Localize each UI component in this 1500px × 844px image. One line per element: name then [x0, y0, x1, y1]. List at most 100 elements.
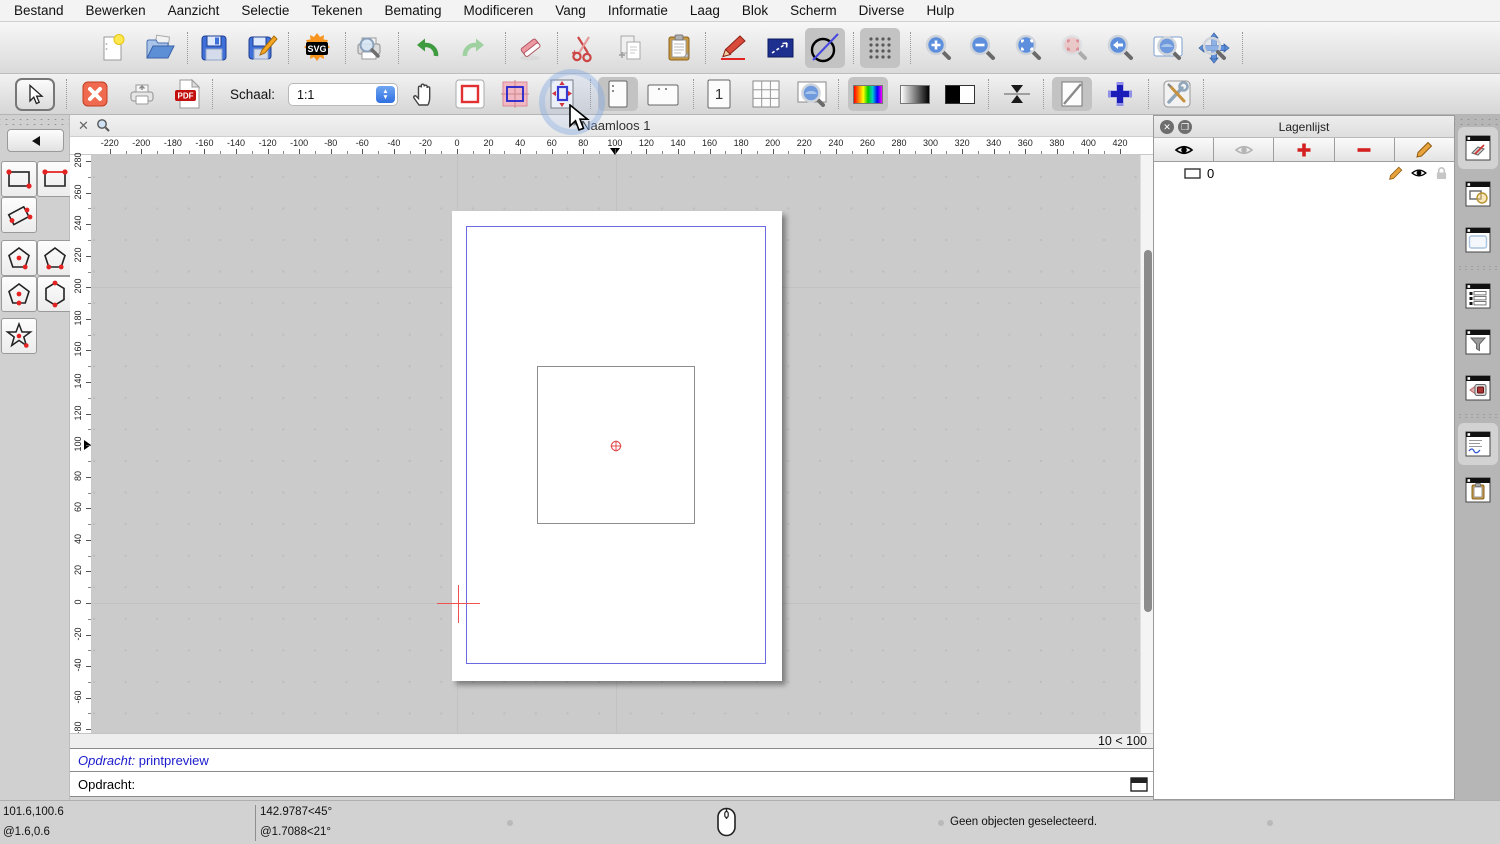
drawing-border-button[interactable]	[450, 77, 490, 111]
list-palette-button[interactable]	[1458, 275, 1498, 317]
menu-item-tekenen[interactable]: Tekenen	[311, 3, 362, 18]
vertical-scrollbar-thumb[interactable]	[1143, 250, 1152, 612]
print-area-button[interactable]	[495, 77, 535, 111]
layer-lock-icon[interactable]	[1435, 166, 1448, 180]
document-tab-title[interactable]: * Naamloos 1	[70, 118, 1153, 133]
rect-2point-tool[interactable]	[1, 161, 37, 197]
ruler-label: 120	[73, 405, 83, 421]
zoom-in-button[interactable]	[918, 28, 958, 68]
printer-icon	[130, 84, 154, 105]
menu-item-aanzicht[interactable]: Aanzicht	[168, 3, 220, 18]
save-button[interactable]	[194, 28, 234, 68]
page-preview-button[interactable]	[792, 77, 832, 111]
vertical-scrollbar[interactable]	[1140, 155, 1153, 733]
menu-item-hulp[interactable]: Hulp	[926, 3, 954, 18]
flatten-button[interactable]	[997, 77, 1037, 111]
landscape-page-button[interactable]	[643, 77, 683, 111]
bw-mode-button[interactable]	[940, 77, 980, 111]
single-page-button[interactable]: 1	[699, 77, 739, 111]
blank-palette-button[interactable]	[1458, 219, 1498, 261]
zoom-fit-button[interactable]	[1008, 28, 1048, 68]
rect-edge-tool[interactable]	[37, 161, 73, 197]
grayscale-mode-button[interactable]	[895, 77, 935, 111]
ruler-tick	[693, 151, 695, 154]
remove-layer-button[interactable]	[1334, 138, 1395, 161]
drawing-canvas[interactable]	[92, 155, 1140, 733]
command-window-icon[interactable]	[1130, 777, 1148, 792]
menu-item-modificeren[interactable]: Modificeren	[464, 3, 534, 18]
select-tool-button[interactable]	[15, 78, 55, 111]
zoom-selection-button[interactable]	[1054, 28, 1094, 68]
pan-hand-button[interactable]	[404, 77, 444, 111]
fit-to-page-button[interactable]	[542, 77, 582, 111]
projector-palette-button[interactable]	[1458, 367, 1498, 409]
layer-pencil-icon[interactable]	[1388, 166, 1403, 181]
polygon-edge-tool[interactable]	[37, 240, 73, 276]
horizontal-scrollbar[interactable]: 10 < 100	[70, 733, 1153, 748]
crosshair-button[interactable]	[1100, 77, 1140, 111]
edit-layer-button[interactable]	[1394, 138, 1455, 161]
redo-button[interactable]	[454, 28, 494, 68]
color-mode-button[interactable]	[848, 77, 888, 111]
dashed-rect-button[interactable]	[760, 28, 800, 68]
polygon-center-tool[interactable]	[1, 240, 37, 276]
tiled-pages-button[interactable]	[746, 77, 786, 111]
toolbox-grip[interactable]	[0, 119, 69, 125]
print-preview-button[interactable]	[349, 28, 389, 68]
cut-button[interactable]	[563, 28, 603, 68]
menu-item-blok[interactable]: Blok	[742, 3, 768, 18]
layer-row[interactable]: 0	[1154, 162, 1454, 184]
paste-button[interactable]	[659, 28, 699, 68]
ellipse-tool-button[interactable]	[805, 28, 845, 68]
menu-item-laag[interactable]: Laag	[690, 3, 720, 18]
menu-item-scherm[interactable]: Scherm	[790, 3, 837, 18]
hide-layers-button[interactable]	[1214, 138, 1275, 161]
settings-button[interactable]	[1157, 77, 1197, 111]
save-as-button[interactable]	[242, 28, 282, 68]
pan-view-button[interactable]	[1194, 28, 1234, 68]
copy-button[interactable]	[610, 28, 650, 68]
layer-eye-icon[interactable]	[1410, 167, 1428, 179]
hexagon-tool[interactable]	[37, 276, 73, 312]
menu-item-bemating[interactable]: Bemating	[384, 3, 441, 18]
polygon-center-vertex-tool[interactable]	[1, 276, 37, 312]
zoom-out-button[interactable]	[962, 28, 1002, 68]
rotated-rect-tool[interactable]	[1, 197, 37, 233]
info-palette-button[interactable]	[1457, 423, 1498, 465]
zoom-page-button[interactable]	[1148, 28, 1188, 68]
open-button[interactable]	[140, 28, 180, 68]
menu-item-bestand[interactable]: Bestand	[14, 3, 64, 18]
filter-palette-button[interactable]	[1458, 321, 1498, 363]
zoom-previous-button[interactable]	[1100, 28, 1140, 68]
menu-item-bewerken[interactable]: Bewerken	[86, 3, 146, 18]
sketch-mode-button[interactable]	[1052, 77, 1092, 111]
palette-grip[interactable]	[1455, 119, 1500, 125]
menu-item-selectie[interactable]: Selectie	[241, 3, 289, 18]
menu-item-informatie[interactable]: Informatie	[608, 3, 668, 18]
layers-palette-button[interactable]	[1457, 127, 1498, 169]
portrait-page-button[interactable]	[598, 77, 638, 111]
command-input-line[interactable]: Opdracht:	[70, 771, 1153, 797]
show-all-layers-button[interactable]	[1154, 138, 1215, 161]
collapse-toolbox-button[interactable]	[7, 129, 64, 152]
new-document-button[interactable]	[93, 28, 133, 68]
add-layer-button[interactable]	[1274, 138, 1335, 161]
menu-item-vang[interactable]: Vang	[555, 3, 586, 18]
pdf-export-button[interactable]: PDF	[167, 77, 207, 111]
shapes-palette-button[interactable]	[1458, 173, 1498, 215]
scale-select[interactable]: 1:1 ▲ ▼	[288, 83, 398, 106]
clipboard-palette-button[interactable]	[1458, 469, 1498, 511]
draw-line-button[interactable]	[713, 28, 753, 68]
print-button[interactable]	[122, 77, 162, 111]
stepper-arrows-icon[interactable]: ▲ ▼	[376, 86, 395, 103]
grid-toggle-button[interactable]	[860, 28, 900, 68]
ruler-label: 300	[923, 138, 939, 148]
cancel-button[interactable]	[75, 77, 115, 111]
undo-button[interactable]	[407, 28, 447, 68]
erase-button[interactable]	[510, 28, 550, 68]
layer-swatch-icon	[1184, 167, 1201, 179]
menu-item-diverse[interactable]: Diverse	[859, 3, 905, 18]
star-tool[interactable]	[1, 318, 37, 354]
ruler-tick	[520, 149, 522, 154]
svg-export-button[interactable]: SVG	[297, 28, 337, 68]
